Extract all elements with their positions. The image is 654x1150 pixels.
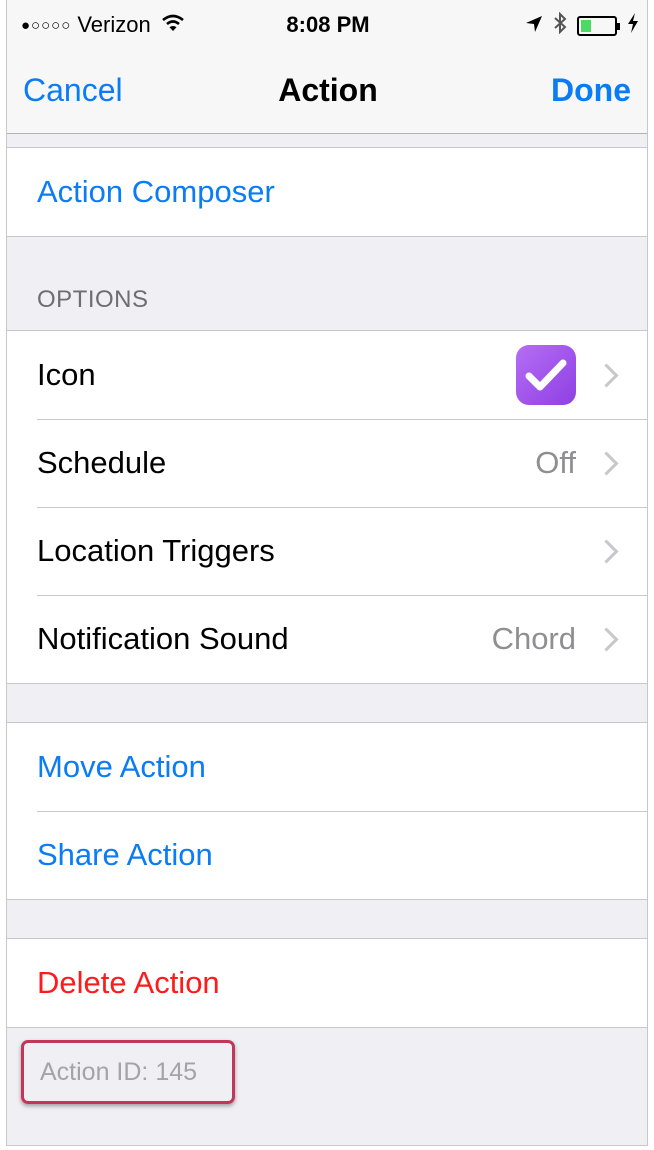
notification-sound-value: Chord (491, 621, 576, 656)
schedule-row-label: Schedule (37, 445, 167, 480)
danger-group: Delete Action (7, 938, 647, 1028)
chevron-right-icon (594, 538, 619, 564)
status-bar: ●○○○○ Verizon 8:08 PM (7, 0, 647, 48)
options-group: Icon Schedule Off Location Triggers Noti… (7, 330, 647, 684)
share-action-label: Share Action (37, 837, 213, 872)
move-action-button[interactable]: Move Action (7, 723, 647, 811)
composer-group: Action Composer (7, 147, 647, 237)
share-action-button[interactable]: Share Action (7, 811, 647, 899)
charging-bolt-icon (627, 13, 639, 39)
move-action-label: Move Action (37, 749, 206, 784)
action-composer-label: Action Composer (37, 174, 275, 209)
location-triggers-label: Location Triggers (37, 533, 275, 568)
options-section-header: OPTIONS (37, 286, 149, 313)
battery-level (581, 20, 591, 32)
bluetooth-icon (553, 11, 567, 40)
chevron-right-icon (594, 450, 619, 476)
action-composer-button[interactable]: Action Composer (7, 148, 647, 236)
purple-checkmark-app-icon (516, 345, 576, 405)
delete-action-button[interactable]: Delete Action (7, 939, 647, 1027)
done-button[interactable]: Done (551, 72, 631, 109)
chevron-right-icon (594, 626, 619, 652)
location-triggers-row[interactable]: Location Triggers (7, 507, 647, 595)
icon-row[interactable]: Icon (7, 331, 647, 419)
battery-icon (577, 16, 620, 36)
status-right (525, 11, 639, 40)
action-id-label: Action ID: 145 (21, 1040, 235, 1104)
navigation-bar: Cancel Action Done (7, 48, 647, 134)
screen: ●○○○○ Verizon 8:08 PM Cancel Action Done… (6, 0, 648, 1146)
chevron-right-icon (594, 362, 619, 388)
icon-row-label: Icon (37, 357, 96, 392)
manage-group: Move Action Share Action (7, 722, 647, 900)
notification-sound-label: Notification Sound (37, 621, 289, 656)
location-arrow-icon (525, 13, 543, 39)
schedule-value: Off (535, 445, 576, 480)
schedule-row[interactable]: Schedule Off (7, 419, 647, 507)
notification-sound-row[interactable]: Notification Sound Chord (7, 595, 647, 683)
delete-action-label: Delete Action (37, 965, 220, 1000)
